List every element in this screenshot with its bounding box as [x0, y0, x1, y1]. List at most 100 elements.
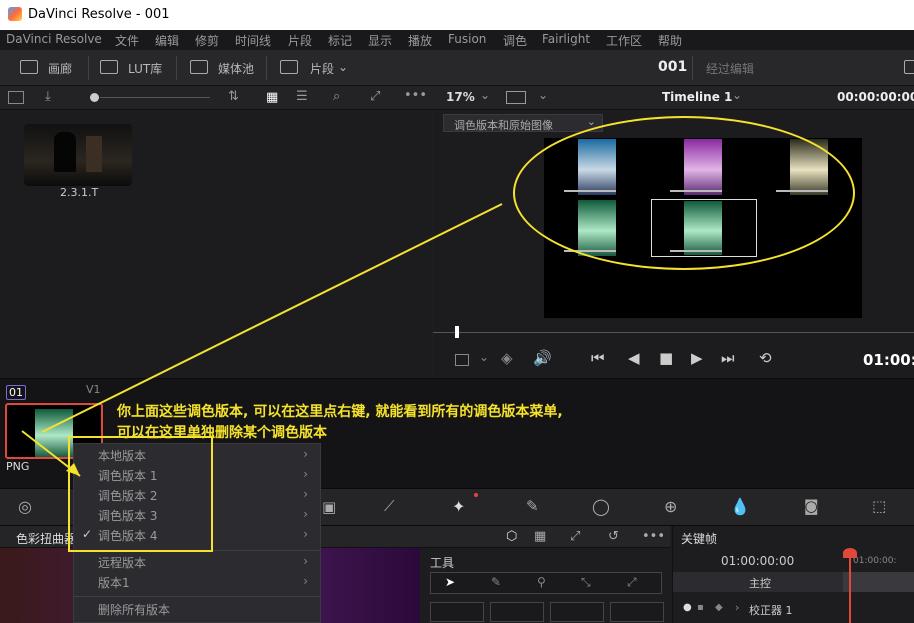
search-icon[interactable]: ⌕: [333, 89, 340, 104]
tracker-icon[interactable]: ⊕: [664, 497, 677, 516]
reset-icon[interactable]: ↺: [608, 529, 619, 544]
master-track[interactable]: [843, 572, 914, 592]
color-warper-icon[interactable]: ✦: [452, 497, 465, 516]
media-pool-icon[interactable]: [190, 60, 208, 74]
menu-fusion[interactable]: Fusion: [448, 32, 486, 46]
thumbnail-size-slider-handle[interactable]: [90, 93, 99, 102]
chevron-right-icon: ›: [303, 467, 308, 481]
more-options-icon[interactable]: •••: [404, 88, 427, 103]
grid-view-icon[interactable]: ▦: [266, 90, 278, 105]
volume-icon[interactable]: 🔊: [533, 349, 552, 367]
diamond-icon[interactable]: ◆: [715, 602, 723, 613]
anchor-tool-icon[interactable]: ⚲: [537, 575, 546, 589]
chevron-down-icon[interactable]: ⌄: [538, 88, 548, 102]
menu-mark[interactable]: 标记: [328, 32, 352, 49]
scrubber-track[interactable]: [433, 332, 914, 333]
link-point-button[interactable]: [610, 602, 664, 622]
menu-trim[interactable]: 修剪: [195, 32, 219, 49]
media-clip-thumbnail[interactable]: [24, 124, 132, 186]
blur-icon[interactable]: 💧: [730, 497, 750, 516]
menu-item-version-one[interactable]: 版本1 ›: [98, 574, 318, 594]
lock-icon[interactable]: ▪: [697, 602, 704, 613]
qualifier-icon[interactable]: ✎: [526, 497, 539, 515]
menu-color[interactable]: 调色: [503, 32, 527, 49]
thumbnail-size-slider[interactable]: [100, 97, 210, 98]
pin-tool-icon[interactable]: ✎: [491, 575, 501, 589]
timeline-name[interactable]: Timeline 1: [662, 90, 732, 104]
panel-toggle-icon[interactable]: [8, 91, 24, 104]
menu-file[interactable]: 文件: [115, 32, 139, 49]
warper-mesh-icon[interactable]: ⬡: [506, 529, 517, 544]
clips-icon[interactable]: [280, 60, 298, 74]
menu-timeline[interactable]: 时间线: [235, 32, 271, 49]
clip-index[interactable]: 01: [6, 385, 26, 400]
go-to-start-icon[interactable]: ⏮: [591, 349, 605, 367]
transport-controls: ⌄ ◈ 🔊 ⏮ ◀ ■ ▶ ⏭ ⟲ 01:00:0: [433, 318, 914, 378]
key-icon[interactable]: ◙: [804, 497, 819, 515]
keyframe-ruler-timecode: 01:00:00:: [853, 556, 897, 566]
menu-fairlight[interactable]: Fairlight: [542, 32, 590, 46]
chevron-right-icon[interactable]: ›: [735, 601, 739, 614]
window-icon[interactable]: ◯: [592, 497, 610, 516]
rgb-mixer-icon[interactable]: ▣: [322, 498, 336, 516]
tool-buttons-row: ➤ ✎ ⚲ ⤡ ⤢: [430, 572, 662, 594]
viewer-options-icon[interactable]: [455, 354, 469, 366]
menu-workspace[interactable]: 工作区: [606, 32, 642, 49]
camera-raw-icon[interactable]: ◎: [18, 497, 32, 516]
master-label: 主控: [749, 577, 771, 590]
sizing-icon[interactable]: ⬚: [872, 497, 886, 515]
media-clip-name[interactable]: 2.3.1.T: [60, 186, 98, 199]
more-options-icon[interactable]: •••: [642, 529, 665, 544]
viewer-layout-icon[interactable]: [506, 91, 526, 104]
grid-icon[interactable]: ▦: [534, 529, 546, 544]
menu-help[interactable]: 帮助: [658, 32, 682, 49]
menu-view[interactable]: 显示: [368, 32, 392, 49]
menu-divider: [74, 596, 320, 597]
chevron-down-icon[interactable]: ⌄: [479, 350, 489, 364]
keyframe-playhead-handle[interactable]: [843, 548, 857, 558]
highlight-box: [68, 436, 213, 552]
gallery-button[interactable]: 画廊: [48, 60, 72, 77]
sort-icon[interactable]: ⇅: [228, 89, 239, 104]
menu-edit[interactable]: 编辑: [155, 32, 179, 49]
layers-icon[interactable]: ◈: [501, 349, 513, 367]
expand-icon[interactable]: ⤢: [570, 529, 580, 544]
play-reverse-icon[interactable]: ◀: [628, 349, 640, 367]
menu-playback[interactable]: 播放: [408, 32, 432, 49]
gallery-icon[interactable]: [20, 60, 38, 74]
lut-library-button[interactable]: LUT库: [128, 60, 162, 77]
remove-point-button[interactable]: [490, 602, 544, 622]
curves-icon[interactable]: ⟋: [384, 497, 395, 515]
rotate-point-button[interactable]: [550, 602, 604, 622]
clips-button[interactable]: 片段: [310, 60, 334, 77]
viewer-mode-dropdown[interactable]: 调色版本和原始图像 ⌄: [443, 114, 603, 132]
chevron-down-icon[interactable]: ⌄: [480, 88, 490, 102]
expand-tool-icon[interactable]: ⤢: [627, 575, 637, 590]
media-pool-button[interactable]: 媒体池: [218, 60, 254, 77]
go-to-end-icon[interactable]: ⏭: [721, 349, 735, 367]
keyframe-dot-icon[interactable]: ●: [683, 602, 692, 613]
viewer-mode-label: 调色版本和原始图像: [454, 119, 553, 132]
list-view-icon[interactable]: ☰: [296, 89, 308, 104]
loop-icon[interactable]: ⟲: [759, 349, 772, 367]
menu-item-label: 版本1: [98, 576, 130, 590]
import-icon[interactable]: ⤓: [45, 89, 51, 104]
lut-icon[interactable]: [100, 60, 118, 74]
chevron-right-icon: ›: [303, 554, 308, 568]
menu-davinci[interactable]: DaVinci Resolve: [6, 32, 102, 46]
playhead-handle[interactable]: [455, 326, 459, 338]
window-toggle-icon[interactable]: [904, 60, 914, 74]
stop-icon[interactable]: ■: [659, 349, 673, 367]
chevron-down-icon[interactable]: ⌄: [732, 88, 742, 102]
collapse-tool-icon[interactable]: ⤡: [581, 575, 591, 590]
menu-item-delete-all-versions[interactable]: 删除所有版本: [98, 601, 318, 621]
play-icon[interactable]: ▶: [691, 349, 703, 367]
zoom-level[interactable]: 17%: [446, 90, 475, 104]
pointer-tool-icon[interactable]: ➤: [445, 575, 455, 589]
menu-clip[interactable]: 片段: [288, 32, 312, 49]
fullscreen-icon[interactable]: ⤢: [370, 89, 380, 104]
chevron-down-icon[interactable]: ⌄: [338, 60, 348, 74]
keyframe-playhead[interactable]: [849, 548, 851, 623]
add-point-button[interactable]: [430, 602, 484, 622]
menu-item-remote-versions[interactable]: 远程版本 ›: [98, 554, 318, 574]
